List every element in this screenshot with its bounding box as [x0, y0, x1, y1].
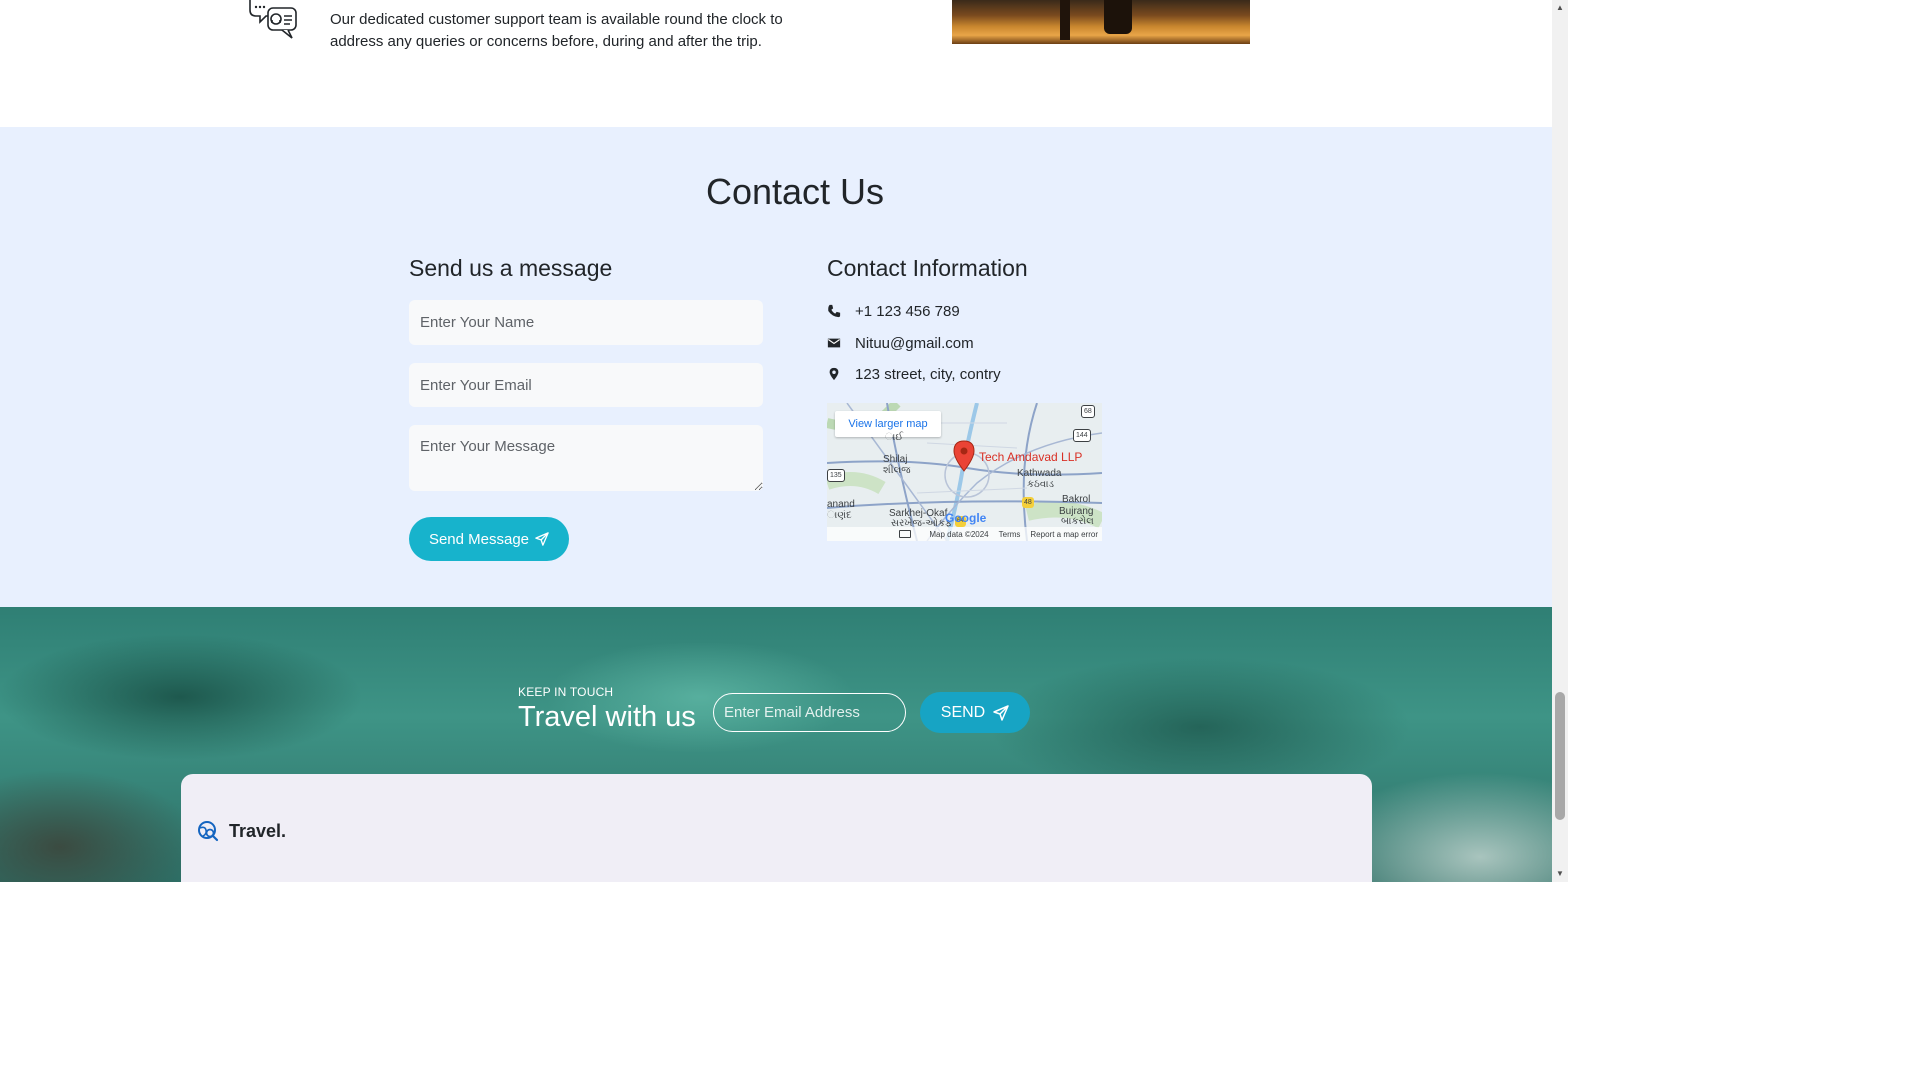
map-marker-icon — [953, 440, 975, 472]
map-terms-link[interactable]: Terms — [999, 530, 1021, 539]
road-badge-68: 68 — [1081, 405, 1095, 418]
map-data-credit: Map data ©2024 — [929, 529, 989, 539]
road-badge-135: 135 — [827, 469, 845, 482]
address-row: 123 street, city, contry — [827, 363, 1001, 385]
globe-search-icon — [198, 821, 219, 842]
map-label-kathwada-gu: કઠવાડ — [1027, 479, 1055, 490]
footer-brand[interactable]: Travel. — [197, 820, 286, 842]
newsletter-banner: KEEP IN TOUCH Travel with us SEND Travel… — [0, 607, 1552, 882]
map-report-link[interactable]: Report a map error — [1030, 530, 1098, 539]
support-description: Our dedicated customer support team is a… — [330, 11, 783, 50]
page-scrollbar[interactable]: ▲ ▼ — [1552, 0, 1568, 882]
newsletter-send-button[interactable]: SEND — [920, 692, 1030, 733]
phone-icon — [828, 304, 841, 318]
map-place-name: Tech Amdavad LLP — [979, 450, 1083, 464]
email-row: Nituu@gmail.com — [827, 332, 974, 354]
newsletter-title: Travel with us — [518, 701, 696, 733]
scroll-thumb[interactable] — [1555, 692, 1565, 820]
newsletter-email-input[interactable] — [713, 693, 906, 732]
embedded-map[interactable]: View larger map Shilaj શીલજ Kathwada કઠવ… — [827, 403, 1102, 541]
send-icon — [535, 532, 549, 546]
phone-row: +1 123 456 789 — [827, 300, 960, 322]
map-label-sanand: anand — [827, 499, 855, 510]
map-label-sanand-gu: ાણંદ — [827, 510, 852, 521]
map-label-shilaj-gu: શીલજ — [883, 465, 911, 476]
map-label-kathwada: Kathwada — [1017, 468, 1062, 479]
contact-info-heading: Contact Information — [827, 255, 1028, 281]
map-footer: Map data ©2024 Terms Report a map error — [827, 527, 1102, 541]
contact-section: Contact Us Send us a message Send Messag… — [0, 127, 1552, 607]
silhouette-post — [1060, 0, 1070, 40]
phone-number: +1 123 456 789 — [855, 302, 960, 320]
road-badge-48: 48 — [1022, 497, 1034, 508]
newsletter-eyebrow: KEEP IN TOUCH — [518, 685, 614, 699]
scroll-down-arrow-icon[interactable]: ▼ — [1552, 866, 1568, 882]
silhouette — [1104, 0, 1132, 34]
brand-name: Travel. — [229, 820, 287, 841]
message-textarea[interactable] — [409, 425, 763, 491]
contact-title: Contact Us — [705, 171, 885, 212]
location-pin-icon — [829, 367, 839, 381]
email-address: Nituu@gmail.com — [855, 334, 974, 352]
newsletter-send-label: SEND — [940, 703, 986, 721]
google-logo: Google — [945, 511, 987, 525]
name-input[interactable] — [409, 300, 763, 345]
road-badge-144: 144 — [1073, 429, 1091, 442]
support-chat-icon — [249, 0, 297, 39]
map-label-bakrol: Bakrol — [1062, 494, 1091, 505]
mail-icon — [827, 338, 841, 348]
send-message-heading: Send us a message — [409, 255, 613, 281]
send-icon — [993, 704, 1009, 721]
footer-card: Travel. — [181, 774, 1372, 882]
keyboard-icon[interactable] — [899, 530, 912, 538]
send-message-label: Send Message — [428, 530, 530, 548]
map-label-shilaj: Shilaj — [883, 454, 908, 465]
map-label-bakrol-gu: બાકરોલ — [1061, 516, 1094, 527]
map-label-top: ાઈ — [885, 432, 904, 443]
features-section: Our dedicated customer support team is a… — [0, 0, 1552, 127]
street-address: 123 street, city, contry — [855, 365, 1001, 383]
sunset-image — [952, 0, 1250, 44]
email-input[interactable] — [409, 363, 763, 407]
scroll-up-arrow-icon[interactable]: ▲ — [1552, 0, 1568, 16]
send-message-button[interactable]: Send Message — [409, 517, 569, 561]
